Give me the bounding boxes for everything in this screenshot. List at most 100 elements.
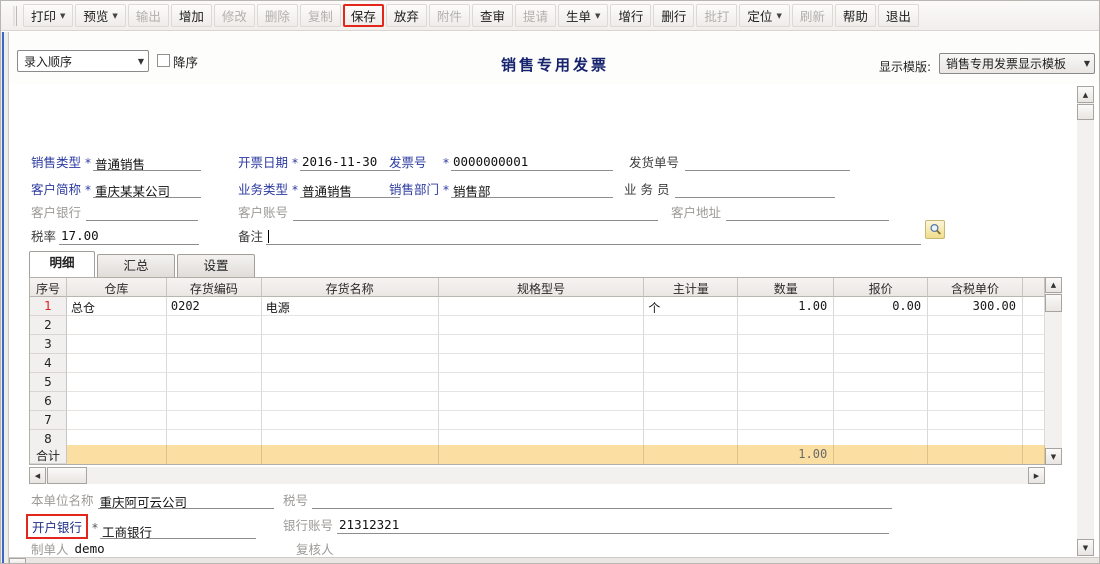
tab-summary[interactable]: 汇总 (97, 254, 175, 277)
grid-cell[interactable] (644, 373, 738, 392)
grid-cell[interactable] (1023, 354, 1045, 373)
grid-cell[interactable]: 0.00 (834, 297, 928, 316)
grid-cell[interactable] (167, 335, 262, 354)
grid-cell[interactable] (167, 392, 262, 411)
template-select[interactable]: 销售专用发票显示模板 ▼ (939, 53, 1095, 74)
grid-cell[interactable] (738, 354, 834, 373)
customer-account-input[interactable] (293, 204, 658, 221)
grid-cell[interactable] (644, 316, 738, 335)
grid-cell[interactable] (439, 392, 645, 411)
page-hscroll-thumb[interactable] (9, 558, 26, 564)
grid-cell[interactable] (67, 373, 167, 392)
row-number[interactable]: 7 (30, 411, 67, 430)
grid-cell[interactable] (644, 335, 738, 354)
grid-cell[interactable] (439, 335, 645, 354)
grid-cell[interactable] (439, 297, 645, 316)
grid-cell[interactable] (67, 316, 167, 335)
grid-cell[interactable] (834, 335, 928, 354)
grid-cell[interactable] (1023, 297, 1045, 316)
bank-account-input[interactable]: 21312321 (337, 517, 889, 534)
grid-cell[interactable] (67, 335, 167, 354)
toolbar-button-output[interactable]: 输出 (128, 4, 169, 27)
grid-cell[interactable] (928, 354, 1023, 373)
grid-cell[interactable] (1023, 373, 1045, 392)
toolbar-button-help[interactable]: 帮助 (835, 4, 876, 27)
grid-cell[interactable] (928, 335, 1023, 354)
salesman-input[interactable] (675, 181, 835, 198)
toolbar-button-refresh[interactable]: 刷新 (792, 4, 833, 27)
grid-cell[interactable] (928, 392, 1023, 411)
toolbar-button-add[interactable]: 增加 (171, 4, 212, 27)
grid-cell[interactable]: 0202 (167, 297, 262, 316)
remark-input[interactable] (266, 228, 921, 245)
grid-cell[interactable] (738, 316, 834, 335)
toolbar-button-modify[interactable]: 修改 (214, 4, 255, 27)
toolbar-button-generate-doc[interactable]: 生单▼ (558, 4, 608, 27)
page-vscroll-thumb[interactable] (1077, 104, 1094, 120)
grid-cell[interactable] (439, 373, 645, 392)
grid-cell[interactable]: 1.00 (738, 297, 834, 316)
customer-bank-input[interactable] (86, 204, 198, 221)
grid-cell[interactable] (167, 373, 262, 392)
scroll-left-icon[interactable]: ◀ (29, 467, 46, 484)
toolbar-button-discard[interactable]: 放弃 (386, 4, 427, 27)
grid-vscroll-thumb[interactable] (1045, 294, 1062, 312)
row-number[interactable]: 2 (30, 316, 67, 335)
bank-input[interactable]: 工商银行 (100, 522, 256, 539)
grid-cell[interactable] (262, 411, 439, 430)
grid-cell[interactable] (834, 354, 928, 373)
grid-cell[interactable] (644, 354, 738, 373)
grid-cell[interactable]: 总仓 (67, 297, 167, 316)
page-vscrollbar[interactable] (1077, 86, 1094, 556)
toolbar-grip[interactable] (13, 6, 17, 26)
grid-cell[interactable] (834, 316, 928, 335)
company-name-input[interactable]: 重庆阿可云公司 (98, 492, 274, 509)
toolbar-button-add-row[interactable]: 增行 (610, 4, 651, 27)
toolbar-button-submit[interactable]: 提请 (515, 4, 556, 27)
toolbar-button-print[interactable]: 打印▼ (23, 4, 73, 27)
toolbar-button-delete[interactable]: 删除 (257, 4, 298, 27)
grid-cell[interactable]: 电源 (262, 297, 439, 316)
toolbar-button-delete-row[interactable]: 删行 (653, 4, 694, 27)
page-hscrollbar[interactable] (9, 557, 1100, 564)
customer-input[interactable]: 重庆某某公司 (93, 181, 201, 198)
grid-cell[interactable] (439, 316, 645, 335)
grid-cell[interactable] (67, 411, 167, 430)
toolbar-button-preview[interactable]: 预览▼ (75, 4, 125, 27)
scroll-down-icon[interactable]: ▼ (1045, 448, 1062, 465)
grid-cell[interactable] (167, 316, 262, 335)
grid-cell[interactable] (928, 316, 1023, 335)
grid-cell[interactable] (1023, 411, 1045, 430)
grid-cell[interactable] (262, 354, 439, 373)
toolbar-button-attachment[interactable]: 附件 (429, 4, 470, 27)
toolbar-button-exit[interactable]: 退出 (878, 4, 919, 27)
invoice-no-input[interactable]: 0000000001 (451, 154, 613, 171)
reviewer-input[interactable] (338, 541, 442, 558)
tax-rate-input[interactable]: 17.00 (59, 228, 199, 245)
sale-type-input[interactable]: 普通销售 (93, 154, 201, 171)
grid-cell[interactable] (738, 392, 834, 411)
row-number[interactable]: 5 (30, 373, 67, 392)
grid-cell[interactable] (439, 411, 645, 430)
toolbar-button-batch-print[interactable]: 批打 (696, 4, 737, 27)
left-splitter[interactable] (1, 32, 9, 564)
creator-input[interactable]: demo (73, 541, 266, 558)
grid-cell[interactable] (834, 411, 928, 430)
business-type-input[interactable]: 普通销售 (300, 181, 400, 198)
sales-dept-input[interactable]: 销售部 (451, 181, 613, 198)
grid-cell[interactable] (738, 373, 834, 392)
grid-cell[interactable] (439, 354, 645, 373)
grid-cell[interactable] (1023, 335, 1045, 354)
invoice-date-input[interactable]: 2016-11-30 (300, 154, 400, 171)
grid-cell[interactable] (67, 392, 167, 411)
grid-cell[interactable] (928, 411, 1023, 430)
scroll-up-icon[interactable]: ▲ (1045, 277, 1062, 293)
row-number[interactable]: 3 (30, 335, 67, 354)
row-number[interactable]: 4 (30, 354, 67, 373)
row-number[interactable]: 6 (30, 392, 67, 411)
toolbar-button-review[interactable]: 查审 (472, 4, 513, 27)
grid-cell[interactable] (644, 411, 738, 430)
dispatch-no-input[interactable] (685, 154, 850, 171)
grid-cell[interactable] (67, 354, 167, 373)
toolbar-button-save[interactable]: 保存 (343, 4, 384, 27)
